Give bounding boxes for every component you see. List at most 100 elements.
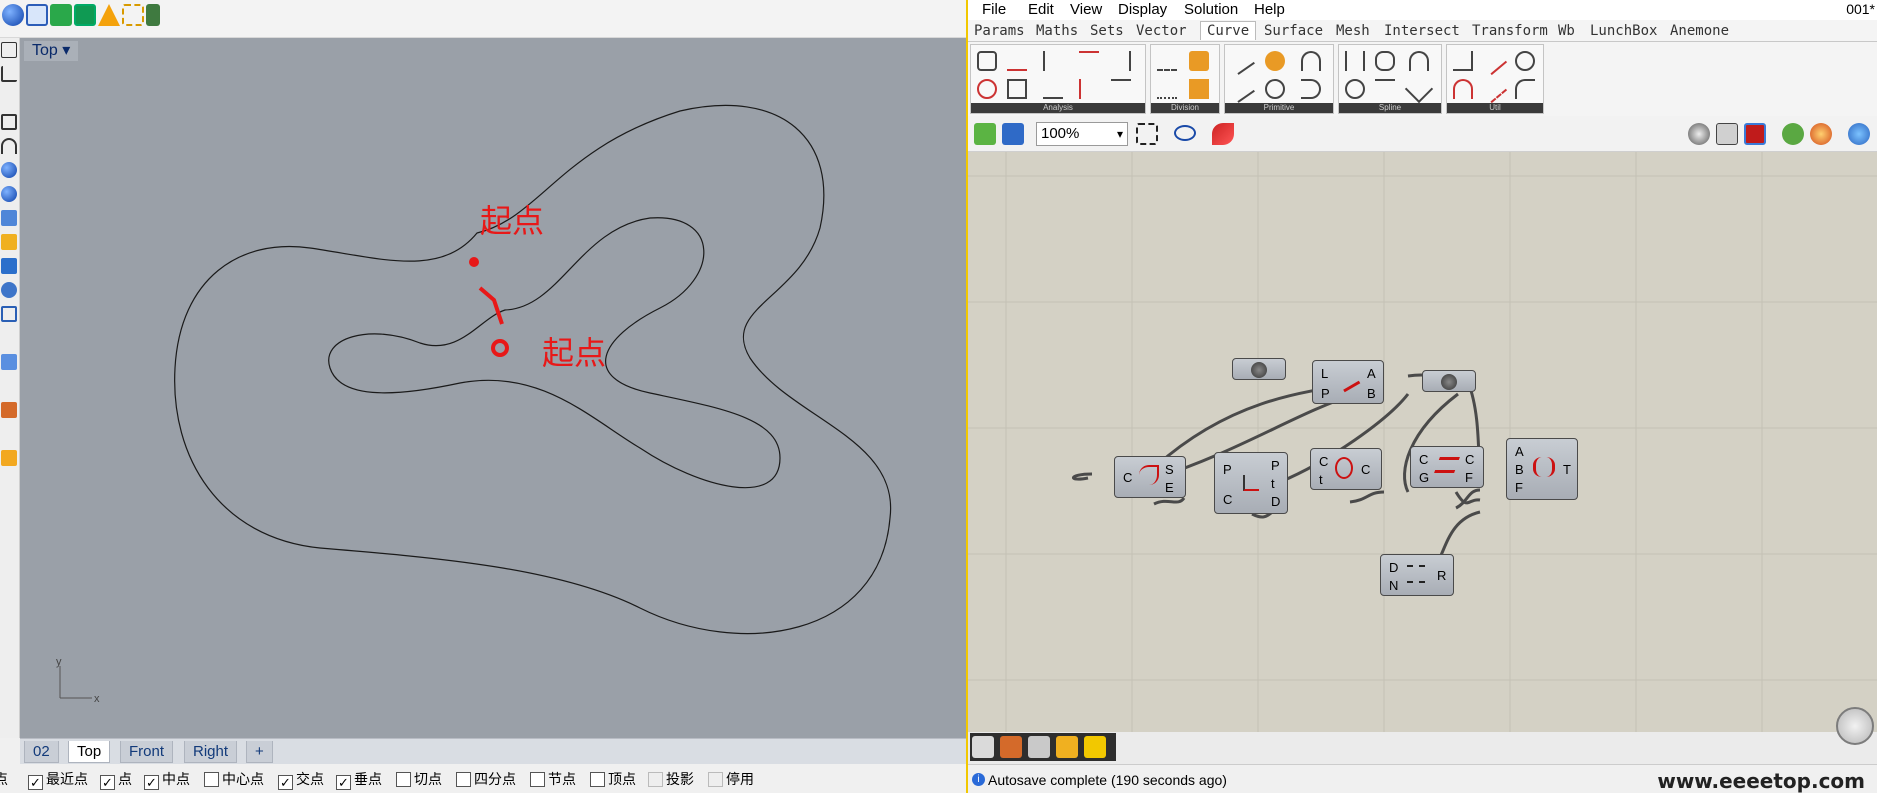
frame-icon[interactable]	[122, 4, 144, 26]
save-icon[interactable]	[1002, 123, 1024, 145]
chevron-down-icon[interactable]: ▾	[62, 42, 70, 59]
menu-display[interactable]: Display	[1118, 0, 1167, 20]
curve-analysis-icon[interactable]	[1111, 79, 1131, 99]
arc-icon[interactable]	[1301, 51, 1321, 71]
spline-icon[interactable]	[1375, 79, 1395, 99]
rhino-viewport[interactable]: 起点 起点 Top ▾ y x	[20, 38, 966, 738]
view-tab-right[interactable]: Right	[184, 741, 238, 763]
curve-analysis-icon[interactable]	[1111, 51, 1131, 71]
menu-solution[interactable]: Solution	[1184, 0, 1238, 20]
osnap-item[interactable]: 顶点	[590, 770, 636, 788]
osnap-item[interactable]: 停用	[708, 770, 754, 788]
util-icon[interactable]	[1515, 79, 1535, 99]
spline-icon[interactable]	[1404, 74, 1434, 104]
curve-analysis-icon[interactable]	[1043, 79, 1063, 99]
divide-icon[interactable]	[1189, 79, 1209, 99]
canvas-navigator-dial[interactable]	[1836, 707, 1874, 745]
curve-analysis-icon[interactable]	[1079, 79, 1099, 99]
sphere-icon[interactable]	[2, 4, 24, 26]
add-view-tab-button[interactable]: +	[246, 741, 273, 763]
viewport-title[interactable]: Top ▾	[24, 41, 79, 61]
polyline-icon[interactable]	[1, 66, 17, 82]
divide-icon[interactable]	[1189, 51, 1209, 71]
solid-icon[interactable]	[1, 258, 17, 274]
util-icon[interactable]	[1478, 46, 1508, 76]
sphere-icon[interactable]	[1, 162, 17, 178]
osnap-item[interactable]: 四分点	[456, 770, 516, 788]
tab-params[interactable]: Params	[974, 22, 1025, 40]
gh-node-cse[interactable]: C S E	[1114, 456, 1186, 498]
spline-icon[interactable]	[1345, 79, 1365, 99]
eye-icon[interactable]	[1174, 125, 1196, 141]
util-icon[interactable]	[1478, 74, 1508, 104]
material-icon[interactable]	[1810, 123, 1832, 145]
curve-analysis-icon[interactable]	[1079, 51, 1099, 71]
param-node[interactable]	[1422, 370, 1476, 392]
gh-canvas[interactable]: L P A B C S E P C P t D C t C C G C F A …	[968, 152, 1877, 732]
zoom-select[interactable]: 100% ▾	[1036, 122, 1128, 146]
tab-surface[interactable]: Surface	[1264, 22, 1323, 40]
osnap-item[interactable]: ✓ 交点	[278, 770, 324, 790]
point-icon[interactable]	[1, 42, 17, 58]
transform-icon[interactable]	[1, 306, 17, 322]
pointer-icon[interactable]	[1028, 736, 1050, 758]
package-icon[interactable]	[1056, 736, 1078, 758]
tab-vector[interactable]: Vector	[1136, 22, 1187, 40]
rectangle-icon[interactable]	[1, 114, 17, 130]
surface-icon[interactable]	[50, 4, 72, 26]
menu-view[interactable]: View	[1070, 0, 1102, 20]
view-tab-top[interactable]: Top	[68, 741, 111, 763]
curve-analysis-icon[interactable]	[977, 79, 997, 99]
gh-node-dnr[interactable]: D N R	[1380, 554, 1454, 596]
osnap-item[interactable]: 节点	[530, 770, 576, 788]
curve-analysis-icon[interactable]	[1007, 79, 1027, 99]
arc-icon[interactable]	[1301, 79, 1321, 99]
tab-intersect[interactable]: Intersect	[1384, 22, 1460, 40]
osnap-item[interactable]: 中心点	[204, 770, 264, 788]
curve-analysis-icon[interactable]	[977, 51, 997, 71]
osnap-item[interactable]: ✓ 点	[100, 770, 132, 790]
sketch-pen-icon[interactable]	[1212, 123, 1234, 145]
tab-mesh[interactable]: Mesh	[1336, 22, 1370, 40]
menu-edit[interactable]: Edit	[1028, 0, 1054, 20]
gh-node-cgcf[interactable]: C G C F	[1410, 446, 1484, 488]
tab-anemone[interactable]: Anemone	[1670, 22, 1729, 40]
util-icon[interactable]	[1453, 79, 1473, 99]
arc-icon[interactable]	[1, 138, 17, 154]
view-tab-02[interactable]: 02	[24, 741, 59, 763]
curve-analysis-icon[interactable]	[1007, 51, 1027, 71]
util-icon[interactable]	[1453, 51, 1473, 71]
preview-wire-icon[interactable]	[1716, 123, 1738, 145]
cone-icon[interactable]	[98, 4, 120, 26]
tab-maths[interactable]: Maths	[1036, 22, 1078, 40]
osnap-item[interactable]: ✓ 垂点	[336, 770, 382, 790]
render-icon[interactable]	[1, 450, 17, 466]
param-node[interactable]	[1232, 358, 1286, 380]
bake-icon[interactable]	[1000, 736, 1022, 758]
gh-node-lp[interactable]: L P A B	[1312, 360, 1384, 404]
preview-selected-icon[interactable]	[1782, 123, 1804, 145]
book-icon[interactable]	[146, 4, 160, 26]
line-icon[interactable]	[1227, 47, 1255, 75]
gh-node-ptd[interactable]: P C P t D	[1214, 452, 1288, 514]
divide-icon[interactable]	[1157, 79, 1177, 99]
divide-icon[interactable]	[1157, 51, 1177, 71]
sphere-icon[interactable]	[1, 186, 17, 202]
download-icon[interactable]	[972, 736, 994, 758]
tab-curve[interactable]: Curve	[1200, 21, 1257, 40]
tab-sets[interactable]: Sets	[1090, 22, 1124, 40]
tab-lunchbox[interactable]: LunchBox	[1590, 22, 1657, 40]
circle-icon[interactable]	[1265, 79, 1285, 99]
util-icon[interactable]	[1515, 51, 1535, 71]
surface-icon[interactable]	[1, 210, 17, 226]
start-point-2[interactable]	[491, 339, 509, 357]
osnap-item[interactable]: ✓ 中点	[144, 770, 190, 790]
tab-transform[interactable]: Transform	[1472, 22, 1548, 40]
tab-wb[interactable]: Wb	[1558, 22, 1575, 40]
osnap-item[interactable]: ✓ 最近点	[28, 770, 88, 790]
spline-icon[interactable]	[1409, 51, 1429, 71]
gh-node-abft[interactable]: A B F T	[1506, 438, 1578, 500]
spline-icon[interactable]	[1375, 51, 1395, 71]
preview-mode-icon[interactable]	[1688, 123, 1710, 145]
menu-help[interactable]: Help	[1254, 0, 1285, 20]
